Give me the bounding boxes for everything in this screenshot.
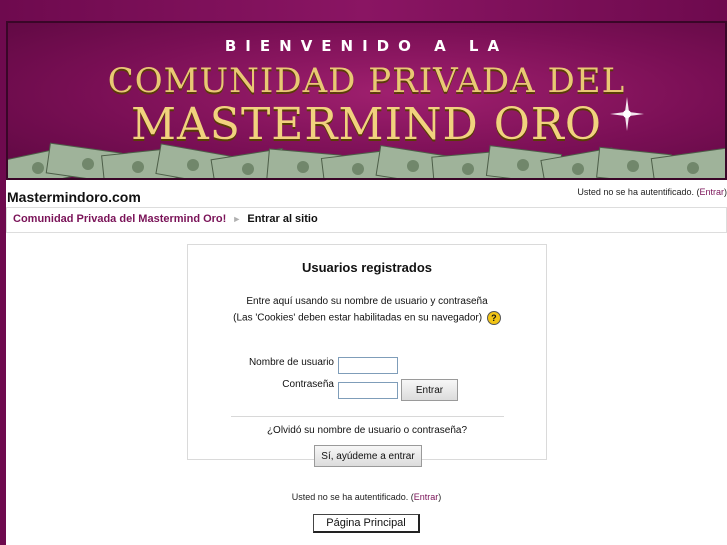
login-status-footer: Usted no se ha autentificado. (Entrar) — [6, 492, 727, 502]
breadcrumb-current: Entrar al sitio — [247, 213, 318, 225]
breadcrumb-home-link[interactable]: Comunidad Privada del Mastermind Oro! — [13, 213, 226, 225]
breadcrumb-separator-icon: ► — [232, 214, 242, 224]
footer-login-status-text: Usted no se ha autentificado. ( — [291, 492, 414, 502]
page-container: BIENVENIDO A LA COMUNIDAD PRIVADA DEL MA… — [6, 21, 727, 545]
forgot-password-text: ¿Olvidó su nombre de usuario o contraseñ… — [266, 425, 468, 436]
breadcrumb: Comunidad Privada del Mastermind Oro! ► … — [6, 207, 727, 233]
site-header: Mastermindoro.com Usted no se ha autenti… — [6, 187, 727, 207]
sparkle-icon — [610, 97, 644, 131]
site-name: Mastermindoro.com — [7, 189, 141, 205]
money-stack-image — [8, 142, 725, 178]
login-box: Usuarios registrados Entre aquí usando s… — [187, 244, 547, 467]
login-link-top[interactable]: Entrar — [699, 187, 724, 197]
password-label: Contraseña — [282, 379, 334, 390]
password-input[interactable] — [338, 382, 398, 399]
login-divider — [231, 416, 504, 417]
header-banner: BIENVENIDO A LA COMUNIDAD PRIVADA DEL MA… — [6, 21, 727, 180]
footer-login-status-end: ) — [438, 492, 442, 502]
login-box-title: Usuarios registrados — [301, 260, 433, 275]
help-icon[interactable]: ? — [486, 311, 501, 325]
cookies-note: (Las 'Cookies' deben estar habilitadas e… — [233, 312, 483, 324]
login-status-top: Usted no se ha autentificado. (Entrar) — [577, 187, 727, 197]
login-link-footer[interactable]: Entrar — [414, 492, 439, 502]
login-intro-line2: (Las 'Cookies' deben estar habilitadas e… — [188, 311, 546, 325]
username-label: Nombre de usuario — [248, 357, 334, 368]
username-input[interactable] — [338, 357, 398, 374]
login-status-text: Usted no se ha autentificado. ( — [577, 187, 700, 197]
banner-title-line1: COMUNIDAD PRIVADA DEL — [107, 61, 626, 101]
login-intro-line1: Entre aquí usando su nombre de usuario y… — [246, 296, 488, 307]
forgot-password-button[interactable]: Sí, ayúdeme a entrar — [314, 445, 422, 467]
breadcrumb-trail: Comunidad Privada del Mastermind Oro! ► … — [13, 213, 318, 225]
login-submit-button[interactable]: Entrar — [401, 379, 458, 401]
home-button[interactable]: Página Principal — [313, 514, 420, 533]
banner-welcome-text: BIENVENIDO A LA — [224, 37, 509, 55]
